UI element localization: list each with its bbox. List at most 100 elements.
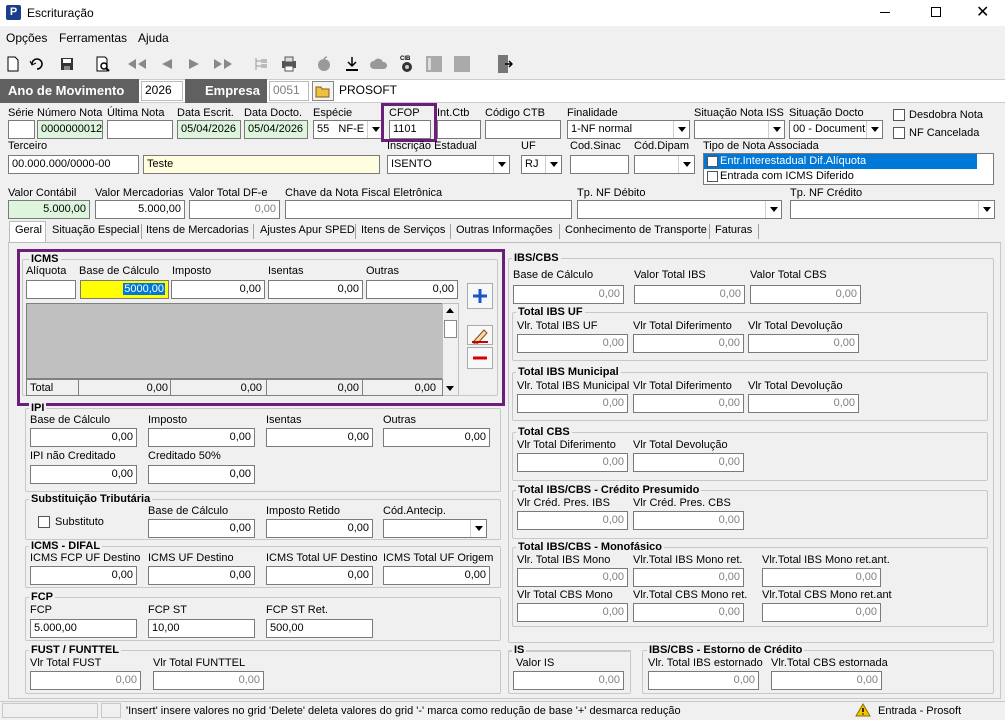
ibs-mun-total-input[interactable]: 0,00 bbox=[517, 394, 628, 413]
fcp-st-input[interactable]: 10,00 bbox=[148, 619, 255, 638]
situacao-iss-select[interactable] bbox=[694, 120, 785, 139]
tab-situacao-especial[interactable]: Situação Especial bbox=[48, 222, 143, 241]
print-icon[interactable] bbox=[278, 53, 300, 75]
ibscbs-total-cbs-input[interactable]: 0,00 bbox=[750, 285, 861, 304]
tipo-nota-option-selected[interactable]: Entr.Interestadual Dif.Alíquota bbox=[704, 154, 977, 169]
nf-cancelada-checkbox[interactable] bbox=[893, 127, 905, 139]
desdobra-nota-checkbox[interactable] bbox=[893, 109, 905, 121]
menu-opcoes[interactable]: Opções bbox=[6, 31, 47, 45]
square-icon[interactable] bbox=[451, 53, 473, 75]
cloud-icon[interactable] bbox=[368, 53, 390, 75]
serie-input[interactable] bbox=[8, 120, 35, 139]
mono-cbs-input[interactable]: 0,00 bbox=[517, 603, 628, 622]
st-retido-input[interactable]: 0,00 bbox=[266, 519, 373, 538]
funttel-input[interactable]: 0,00 bbox=[153, 671, 264, 690]
int-ctb-input[interactable] bbox=[437, 120, 481, 139]
valor-contabil-input[interactable]: 5.000,00 bbox=[8, 200, 90, 219]
data-escrit-input[interactable]: 05/04/2026 bbox=[177, 120, 241, 139]
exit-door-icon[interactable] bbox=[493, 53, 515, 75]
ultima-nota-input[interactable] bbox=[107, 120, 173, 139]
ipi-outras-input[interactable]: 0,00 bbox=[383, 428, 490, 447]
mono-ibs-input[interactable]: 0,00 bbox=[517, 568, 628, 587]
ipi-base-input[interactable]: 0,00 bbox=[30, 428, 137, 447]
mono-ibs-ret-ant-input[interactable]: 0,00 bbox=[762, 568, 881, 587]
ibs-uf-devolucao-input[interactable]: 0,00 bbox=[748, 334, 859, 353]
next-record-icon[interactable] bbox=[184, 53, 206, 75]
maximize-icon[interactable] bbox=[931, 7, 941, 17]
cib-icon[interactable]: CIB bbox=[396, 53, 418, 75]
ano-input[interactable]: 2026 bbox=[141, 81, 183, 101]
especie-select[interactable]: 55 NF-E bbox=[313, 120, 384, 139]
situacao-docto-select[interactable]: 00 - Document bbox=[789, 120, 883, 139]
chevron-down-icon[interactable] bbox=[545, 156, 561, 173]
empresa-code-input[interactable]: 0051 bbox=[269, 81, 309, 101]
data-docto-input[interactable]: 05/04/2026 bbox=[244, 120, 308, 139]
first-record-icon[interactable] bbox=[126, 53, 148, 75]
ipi-creditado50-input[interactable]: 0,00 bbox=[148, 465, 255, 484]
ipi-isentas-input[interactable]: 0,00 bbox=[266, 428, 373, 447]
chevron-down-icon[interactable] bbox=[673, 121, 689, 138]
save-icon[interactable] bbox=[56, 53, 78, 75]
chevron-down-icon[interactable] bbox=[866, 121, 882, 138]
fust-input[interactable]: 0,00 bbox=[30, 671, 141, 690]
tab-faturas[interactable]: Faturas bbox=[711, 222, 756, 241]
ibs-uf-diferimento-input[interactable]: 0,00 bbox=[633, 334, 744, 353]
st-base-input[interactable]: 0,00 bbox=[148, 519, 255, 538]
ibscbs-base-input[interactable]: 0,00 bbox=[513, 285, 624, 304]
difal-uf-destino-input[interactable]: 0,00 bbox=[148, 566, 255, 585]
estorno-ibs-input[interactable]: 0,00 bbox=[648, 671, 759, 690]
chevron-down-icon[interactable] bbox=[678, 156, 694, 173]
difal-total-destino-input[interactable]: 0,00 bbox=[266, 566, 373, 585]
finalidade-select[interactable]: 1-NF normal bbox=[567, 120, 690, 139]
valor-mercadorias-input[interactable]: 5.000,00 bbox=[95, 200, 185, 219]
tipo-nota-checkbox[interactable] bbox=[707, 156, 718, 167]
download-icon[interactable] bbox=[341, 53, 363, 75]
codigo-ctb-input[interactable] bbox=[485, 120, 561, 139]
numero-nota-input[interactable]: 0000000012 bbox=[37, 120, 103, 139]
fcp-st-ret-input[interactable]: 500,00 bbox=[266, 619, 373, 638]
ipi-imposto-input[interactable]: 0,00 bbox=[148, 428, 255, 447]
estorno-cbs-input[interactable]: 0,00 bbox=[771, 671, 882, 690]
preview-icon[interactable] bbox=[92, 53, 114, 75]
uf-select[interactable]: RJ bbox=[521, 155, 562, 174]
tab-itens-servicos[interactable]: Itens de Serviços bbox=[357, 222, 449, 241]
valor-total-dfe-input[interactable]: 0,00 bbox=[189, 200, 280, 219]
chevron-down-icon[interactable] bbox=[978, 201, 994, 218]
ibscbs-total-ibs-input[interactable]: 0,00 bbox=[634, 285, 745, 304]
inscricao-estadual-select[interactable]: ISENTO bbox=[387, 155, 510, 174]
cbs-devolucao-input[interactable]: 0,00 bbox=[633, 453, 744, 472]
last-record-icon[interactable] bbox=[212, 53, 234, 75]
mono-cbs-ret-input[interactable]: 0,00 bbox=[633, 603, 744, 622]
ibs-mun-devolucao-input[interactable]: 0,00 bbox=[748, 394, 859, 413]
folder-open-icon[interactable] bbox=[312, 81, 334, 101]
tipo-nota-checkbox[interactable] bbox=[707, 171, 718, 182]
close-icon[interactable]: ✕ bbox=[976, 2, 989, 22]
tab-conhecimento-transporte[interactable]: Conhecimento de Transporte bbox=[561, 222, 711, 241]
terceiro-doc-input[interactable]: 00.000.000/0000-00 bbox=[8, 155, 139, 174]
presumido-cbs-input[interactable]: 0,00 bbox=[633, 511, 744, 530]
ibs-mun-diferimento-input[interactable]: 0,00 bbox=[633, 394, 744, 413]
difal-total-origem-input[interactable]: 0,00 bbox=[383, 566, 490, 585]
substituto-checkbox[interactable] bbox=[38, 516, 50, 528]
mono-ibs-ret-input[interactable]: 0,00 bbox=[633, 568, 744, 587]
terceiro-name-input[interactable]: Teste bbox=[143, 155, 380, 174]
ibs-uf-total-input[interactable]: 0,00 bbox=[517, 334, 628, 353]
minimize-icon[interactable] bbox=[880, 12, 890, 13]
prev-record-icon[interactable] bbox=[155, 53, 177, 75]
tipo-nota-option[interactable]: Entrada com ICMS Diferido bbox=[704, 169, 977, 184]
fcp-input[interactable]: 5.000,00 bbox=[30, 619, 137, 638]
tab-geral[interactable]: Geral bbox=[11, 222, 46, 241]
apple-icon[interactable] bbox=[313, 53, 335, 75]
difal-fcp-uf-input[interactable]: 0,00 bbox=[30, 566, 137, 585]
undo-icon[interactable] bbox=[26, 53, 48, 75]
chevron-down-icon[interactable] bbox=[493, 156, 509, 173]
st-antecip-select[interactable] bbox=[383, 519, 487, 538]
cod-dipam-select[interactable] bbox=[634, 155, 695, 174]
tab-itens-mercadorias[interactable]: Itens de Mercadorias bbox=[142, 222, 253, 241]
chevron-down-icon[interactable] bbox=[470, 520, 486, 537]
ipi-nao-creditado-input[interactable]: 0,00 bbox=[30, 465, 137, 484]
cbs-diferimento-input[interactable]: 0,00 bbox=[517, 453, 628, 472]
panel-icon[interactable] bbox=[423, 53, 445, 75]
tab-outras-informacoes[interactable]: Outras Informações bbox=[452, 222, 557, 241]
tab-ajustes-sped[interactable]: Ajustes Apur SPED bbox=[256, 222, 359, 241]
